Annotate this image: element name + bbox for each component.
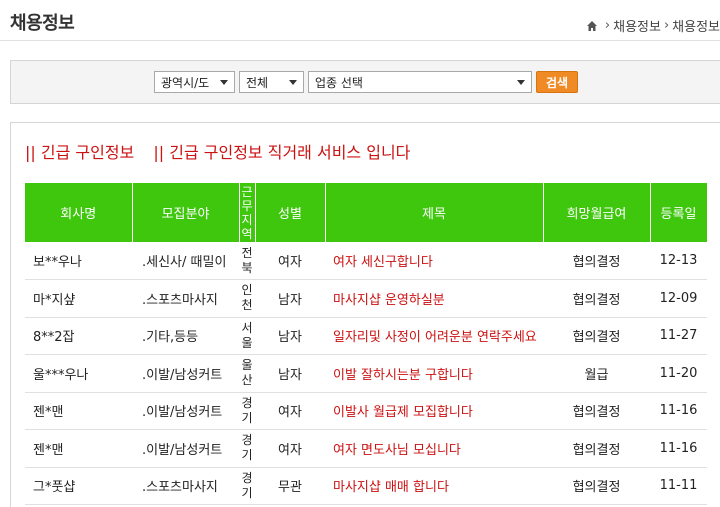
urgent-notice: || 긴급 구인정보 || 긴급 구인정보 직거래 서비스 입니다 xyxy=(25,139,424,163)
column-header-region: 근무지역 xyxy=(239,183,256,242)
job-title-link[interactable]: 여자 세신구합니다 xyxy=(325,242,543,280)
breadcrumb-link[interactable]: 채용정보 xyxy=(613,16,661,35)
salary: 협의결정 xyxy=(543,279,650,318)
gender: 남자 xyxy=(255,354,325,393)
company-name: 울***우나 xyxy=(25,354,132,393)
column-header-title: 제목 xyxy=(325,183,544,242)
posted-date: 12-13 xyxy=(650,242,707,280)
content-box: || 긴급 구인정보 || 긴급 구인정보 직거래 서비스 입니다 회사명 모집… xyxy=(10,122,720,507)
job-field: .이발/남성커트 xyxy=(132,392,239,430)
table-row[interactable]: 그*풋샵 .스포츠마사지 경기 무관 마사지샵 매매 합니다 협의결정 11-1… xyxy=(25,467,707,505)
work-region: 서울 xyxy=(239,317,255,355)
gender: 여자 xyxy=(255,242,325,280)
job-field: .이발/남성커트 xyxy=(132,354,239,393)
posted-date: 11-16 xyxy=(650,429,707,468)
gender: 남자 xyxy=(255,279,325,318)
region-select[interactable]: 광역시/도 xyxy=(154,71,235,93)
salary: 협의결정 xyxy=(543,317,650,355)
table-row[interactable]: 울***우나 .이발/남성커트 울산 남자 이발 잘하시는분 구합니다 월급 1… xyxy=(25,354,707,393)
search-button[interactable]: 검색 xyxy=(536,71,578,93)
company-name: 8**2잡 xyxy=(25,317,132,355)
gender: 남자 xyxy=(255,317,325,355)
column-header-field: 모집분야 xyxy=(132,183,240,242)
company-name: 보**우나 xyxy=(25,242,132,280)
home-icon[interactable] xyxy=(586,20,598,32)
job-field: .세신사/ 때밀이 xyxy=(132,242,239,280)
salary: 협의결정 xyxy=(543,242,650,280)
breadcrumb: › 채용정보 › 채용정보 xyxy=(586,16,720,35)
posted-date: 11-16 xyxy=(650,392,707,430)
gender: 여자 xyxy=(255,392,325,430)
column-header-company: 회사명 xyxy=(25,183,133,242)
gender: 무관 xyxy=(255,467,325,505)
subregion-select[interactable]: 전체 xyxy=(239,71,304,93)
salary: 협의결정 xyxy=(543,467,650,505)
work-region: 경기 xyxy=(239,429,255,468)
company-name: 그*풋샵 xyxy=(25,467,132,505)
page-title: 채용정보 xyxy=(10,13,75,34)
breadcrumb-separator: › xyxy=(663,18,670,33)
chevron-down-icon xyxy=(517,79,525,85)
job-title-link[interactable]: 이발 잘하시는분 구합니다 xyxy=(325,354,543,393)
company-name: 마*지샾 xyxy=(25,279,132,318)
column-header-date: 등록일 xyxy=(650,183,708,242)
salary: 협의결정 xyxy=(543,392,650,430)
work-region: 경기 xyxy=(239,392,255,430)
salary: 협의결정 xyxy=(543,429,650,468)
job-field: .스포츠마사지 xyxy=(132,279,239,318)
job-title-link[interactable]: 마사지샵 매매 합니다 xyxy=(325,467,543,505)
table-row[interactable]: 마*지샾 .스포츠마사지 인천 남자 마사지샵 운영하실분 협의결정 12-09 xyxy=(25,279,707,318)
notice-subtitle: || 긴급 구인정보 직거래 서비스 입니다 xyxy=(153,143,411,162)
gender: 여자 xyxy=(255,429,325,468)
table-row[interactable]: 젠*맨 .이발/남성커트 경기 여자 여자 면도사님 모십니다 협의결정 11-… xyxy=(25,429,707,468)
subregion-select-value: 전체 xyxy=(246,75,269,90)
job-title-link[interactable]: 일자리및 사정이 어려운분 연락주세요 xyxy=(325,317,543,355)
posted-date: 11-11 xyxy=(650,467,707,505)
category-select-value: 업종 선택 xyxy=(315,75,363,90)
table-row[interactable]: 8**2잡 .기타,등등 서울 남자 일자리및 사정이 어려운분 연락주세요 협… xyxy=(25,317,707,355)
page-header: 채용정보 › 채용정보 › 채용정보 xyxy=(0,0,720,41)
breadcrumb-separator: › xyxy=(604,18,611,33)
breadcrumb-current[interactable]: 채용정보 xyxy=(672,16,720,35)
posted-date: 11-27 xyxy=(650,317,707,355)
table-row[interactable]: 젠*맨 .이발/남성커트 경기 여자 이발사 월급제 모집합니다 협의결정 11… xyxy=(25,392,707,430)
search-box: 광역시/도 전체 업종 선택 검색 xyxy=(10,60,720,104)
work-region: 경기 xyxy=(239,467,255,505)
category-select[interactable]: 업종 선택 xyxy=(308,71,532,93)
chevron-down-icon xyxy=(289,79,297,85)
job-field: .이발/남성커트 xyxy=(132,429,239,468)
work-region: 전북 xyxy=(239,242,255,280)
job-table: 회사명 모집분야 근무지역 성별 제목 희망월급여 등록일 보**우나 .세신사… xyxy=(25,183,708,505)
job-title-link[interactable]: 여자 면도사님 모십니다 xyxy=(325,429,543,468)
work-region: 인천 xyxy=(239,279,255,318)
posted-date: 12-09 xyxy=(650,279,707,318)
column-header-salary: 희망월급여 xyxy=(543,183,651,242)
job-title-link[interactable]: 이발사 월급제 모집합니다 xyxy=(325,392,543,430)
salary: 월급 xyxy=(543,354,650,393)
chevron-down-icon xyxy=(220,79,228,85)
table-row[interactable]: 보**우나 .세신사/ 때밀이 전북 여자 여자 세신구합니다 협의결정 12-… xyxy=(25,242,707,280)
posted-date: 11-20 xyxy=(650,354,707,393)
region-select-value: 광역시/도 xyxy=(161,75,210,90)
company-name: 젠*맨 xyxy=(25,429,132,468)
work-region: 울산 xyxy=(239,354,255,393)
column-header-gender: 성별 xyxy=(255,183,326,242)
job-field: .스포츠마사지 xyxy=(132,467,239,505)
table-header-row: 회사명 모집분야 근무지역 성별 제목 희망월급여 등록일 xyxy=(25,183,708,242)
notice-title: || 긴급 구인정보 xyxy=(25,143,135,162)
job-title-link[interactable]: 마사지샵 운영하실분 xyxy=(325,279,543,318)
company-name: 젠*맨 xyxy=(25,392,132,430)
job-field: .기타,등등 xyxy=(132,317,239,355)
